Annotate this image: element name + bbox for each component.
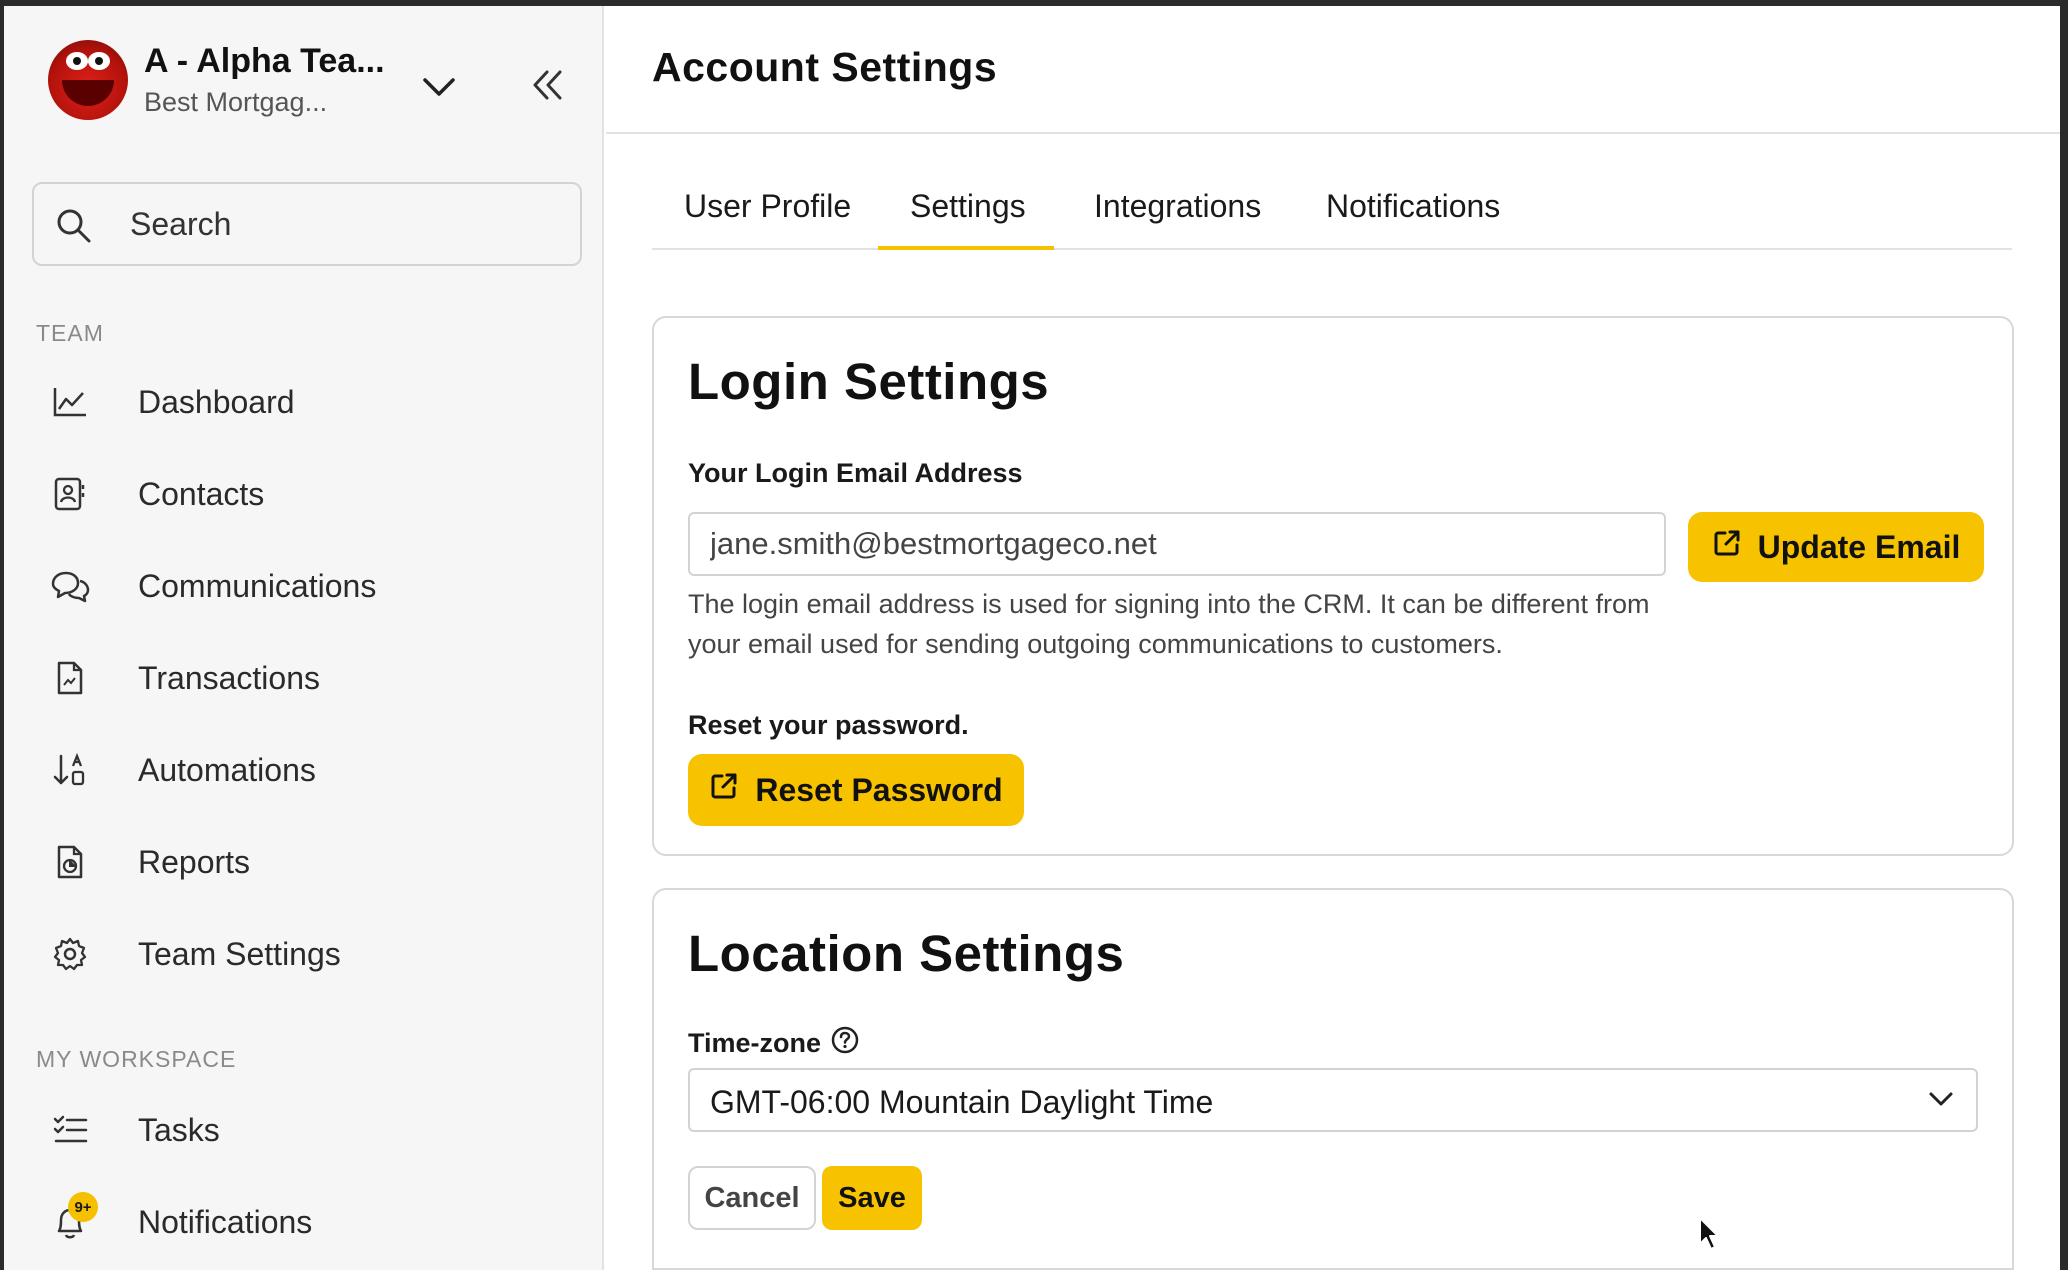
sidebar-item-label: Dashboard — [138, 383, 295, 420]
chevron-down-icon[interactable] — [422, 76, 456, 103]
sidebar-item-label: Notifications — [138, 1203, 313, 1240]
tab-integrations[interactable]: Integrations — [1094, 188, 1261, 225]
external-link-icon — [1712, 528, 1742, 566]
avatar — [48, 40, 128, 120]
sidebar-item-communications[interactable]: Communications — [48, 556, 568, 616]
notification-badge: 9+ — [68, 1192, 98, 1222]
chevron-down-icon — [1928, 1090, 1954, 1113]
search-icon — [56, 208, 92, 249]
sidebar-item-transactions[interactable]: Transactions — [48, 648, 568, 708]
main-content: Account Settings User Profile Settings I… — [606, 6, 2060, 1270]
update-email-button[interactable]: Update Email — [1688, 512, 1984, 582]
team-switcher[interactable]: A - Alpha Tea... Best Mortgag... — [48, 40, 404, 120]
timezone-label-row: Time-zone — [688, 1026, 859, 1061]
sidebar-item-contacts[interactable]: Contacts — [48, 464, 568, 524]
sidebar-item-label: Reports — [138, 843, 251, 880]
sidebar-item-label: Tasks — [138, 1111, 220, 1148]
location-settings-title: Location Settings — [688, 925, 1125, 982]
chart-line-icon — [48, 380, 92, 424]
timezone-select[interactable]: GMT-06:00 Mountain Daylight Time — [688, 1068, 1978, 1132]
page-header: Account Settings — [606, 6, 2060, 134]
task-list-icon — [48, 1108, 92, 1152]
sidebar-item-team-settings[interactable]: Team Settings — [48, 924, 568, 984]
sidebar: A - Alpha Tea... Best Mortgag... TEAM Da… — [4, 6, 604, 1270]
sidebar-item-label: Team Settings — [138, 935, 341, 972]
sidebar-item-label: Communications — [138, 567, 377, 604]
sidebar-item-dashboard[interactable]: Dashboard — [48, 372, 568, 432]
help-circle-icon[interactable] — [831, 1026, 859, 1061]
sidebar-item-label: Contacts — [138, 475, 265, 512]
login-email-field[interactable] — [688, 512, 1666, 576]
tab-settings[interactable]: Settings — [910, 188, 1026, 225]
collapse-sidebar-icon[interactable] — [530, 68, 564, 107]
bell-icon: 9+ — [48, 1192, 98, 1244]
login-email-label: Your Login Email Address — [688, 458, 1023, 488]
section-label-my-workspace: MY WORKSPACE — [36, 1046, 237, 1072]
sidebar-item-reports[interactable]: Reports — [48, 832, 568, 892]
timezone-label: Time-zone — [688, 1028, 822, 1058]
external-link-icon — [709, 771, 739, 809]
save-button[interactable]: Save — [822, 1166, 922, 1230]
tab-bar: User Profile Settings Integrations Notif… — [652, 166, 2012, 250]
report-icon — [48, 840, 92, 884]
search-input[interactable] — [130, 202, 550, 246]
login-email-help-text: The login email address is used for sign… — [688, 589, 1650, 659]
team-subtitle: Best Mortgag... — [144, 87, 328, 117]
chat-bubbles-icon — [48, 564, 92, 608]
sidebar-item-label: Transactions — [138, 659, 320, 696]
tab-notifications[interactable]: Notifications — [1326, 188, 1500, 225]
section-label-team: TEAM — [36, 320, 104, 346]
login-settings-title: Login Settings — [688, 353, 1050, 410]
active-tab-indicator — [878, 246, 1054, 250]
mouse-cursor-icon — [1698, 1216, 1722, 1257]
gear-icon — [48, 932, 92, 976]
page-title: Account Settings — [652, 44, 998, 90]
timezone-selected-value: GMT-06:00 Mountain Daylight Time — [710, 1084, 1214, 1120]
document-icon — [48, 656, 92, 700]
cancel-button[interactable]: Cancel — [688, 1166, 816, 1230]
login-settings-card: Login Settings Your Login Email Address … — [652, 316, 2014, 856]
sidebar-item-notifications[interactable]: 9+ Notifications — [48, 1192, 568, 1252]
sidebar-item-automations[interactable]: Automations — [48, 740, 568, 800]
reset-password-label: Reset your password. — [688, 710, 969, 740]
search-box[interactable] — [32, 182, 582, 266]
team-name: A - Alpha Tea... — [144, 42, 385, 80]
tab-user-profile[interactable]: User Profile — [684, 188, 851, 225]
sidebar-item-tasks[interactable]: Tasks — [48, 1100, 568, 1160]
reset-password-button-label: Reset Password — [755, 771, 1003, 808]
contact-card-icon — [48, 472, 92, 516]
reset-password-button[interactable]: Reset Password — [688, 754, 1024, 826]
location-settings-card: Location Settings Time-zone GMT-06:00 Mo… — [652, 888, 2014, 1270]
sidebar-item-label: Automations — [138, 751, 316, 788]
sort-icon — [48, 748, 92, 792]
update-email-label: Update Email — [1757, 528, 1961, 565]
window-right-border — [2060, 0, 2068, 1270]
